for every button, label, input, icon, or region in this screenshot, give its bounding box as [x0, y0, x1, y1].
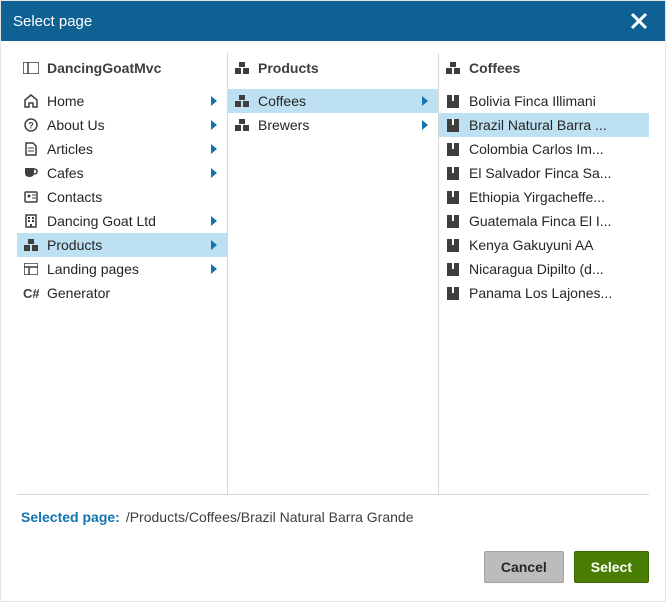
- book-icon: [445, 263, 461, 276]
- selected-page-path: /Products/Coffees/Brazil Natural Barra G…: [126, 509, 414, 525]
- boxes-icon: [445, 62, 461, 74]
- list-item[interactable]: Home: [17, 89, 227, 113]
- column-3-list: Bolivia Finca Illimani Brazil Natural Bar…: [439, 83, 649, 494]
- layout-icon: [23, 263, 39, 275]
- list-item[interactable]: Bolivia Finca Illimani: [439, 89, 649, 113]
- list-item-label: Brazil Natural Barra ...: [469, 117, 643, 133]
- selected-page-row: Selected page: /Products/Coffees/Brazil …: [17, 495, 649, 535]
- list-item-label: Bolivia Finca Illimani: [469, 93, 643, 109]
- book-icon: [445, 95, 461, 108]
- chevron-right-icon: [207, 144, 221, 154]
- book-icon: [445, 167, 461, 180]
- book-icon: [445, 119, 461, 132]
- book-icon: [445, 287, 461, 300]
- contacts-icon: [23, 191, 39, 203]
- list-item[interactable]: Coffees: [228, 89, 438, 113]
- list-item[interactable]: Nicaragua Dipilto (d...: [439, 257, 649, 281]
- doc-icon: [23, 142, 39, 156]
- selected-page-label: Selected page:: [21, 509, 120, 525]
- svg-text:?: ?: [28, 121, 34, 131]
- list-item-label: Generator: [47, 285, 221, 301]
- list-item-label: Ethiopia Yirgacheffe...: [469, 189, 643, 205]
- list-item[interactable]: C# Generator: [17, 281, 227, 305]
- dialog-body: DancingGoatMvc Home? About Us Articles Cafe…: [1, 41, 665, 535]
- chevron-right-icon: [207, 240, 221, 250]
- column-3: Coffees Bolivia Finca Illimani Brazil Nat…: [439, 53, 649, 494]
- column-1-header[interactable]: DancingGoatMvc: [17, 53, 227, 83]
- book-icon: [445, 143, 461, 156]
- cup-icon: [23, 167, 39, 179]
- list-item-label: Nicaragua Dipilto (d...: [469, 261, 643, 277]
- book-icon: [445, 191, 461, 204]
- list-item-label: Cafes: [47, 165, 199, 181]
- list-item-label: Brewers: [258, 117, 410, 133]
- book-icon: [445, 215, 461, 228]
- csharp-icon: C#: [23, 286, 39, 300]
- list-item[interactable]: Landing pages: [17, 257, 227, 281]
- cancel-button[interactable]: Cancel: [484, 551, 564, 583]
- chevron-right-icon: [418, 120, 432, 130]
- boxes-icon: [23, 239, 39, 251]
- boxes-icon: [234, 95, 250, 107]
- list-item-label: Guatemala Finca El I...: [469, 213, 643, 229]
- book-icon: [445, 239, 461, 252]
- column-3-header[interactable]: Coffees: [439, 53, 649, 83]
- dialog-title: Select page: [13, 13, 92, 30]
- list-item-label: Colombia Carlos Im...: [469, 141, 643, 157]
- list-item-label: About Us: [47, 117, 199, 133]
- column-2: Products Coffees Brewers: [228, 53, 439, 494]
- column-1: DancingGoatMvc Home? About Us Articles Cafe…: [17, 53, 228, 494]
- list-item-label: Landing pages: [47, 261, 199, 277]
- list-item-label: Articles: [47, 141, 199, 157]
- list-item[interactable]: Brazil Natural Barra ...: [439, 113, 649, 137]
- list-item-label: Coffees: [258, 93, 410, 109]
- svg-text:C#: C#: [23, 286, 39, 300]
- titlebar: Select page: [1, 1, 665, 41]
- select-button[interactable]: Select: [574, 551, 649, 583]
- list-item-label: Products: [47, 237, 199, 253]
- column-1-header-label: DancingGoatMvc: [47, 60, 161, 76]
- chevron-right-icon: [207, 168, 221, 178]
- column-1-list: Home? About Us Articles Cafes Contacts Dancin…: [17, 83, 227, 494]
- close-icon: [630, 12, 648, 30]
- list-item-label: Contacts: [47, 189, 221, 205]
- column-2-header-label: Products: [258, 60, 319, 76]
- site-icon: [23, 62, 39, 74]
- boxes-icon: [234, 119, 250, 131]
- list-item[interactable]: ? About Us: [17, 113, 227, 137]
- list-item[interactable]: Ethiopia Yirgacheffe...: [439, 185, 649, 209]
- chevron-right-icon: [207, 264, 221, 274]
- list-item[interactable]: El Salvador Finca Sa...: [439, 161, 649, 185]
- building-icon: [23, 214, 39, 228]
- list-item-label: Kenya Gakuyuni AA: [469, 237, 643, 253]
- list-item[interactable]: Panama Los Lajones...: [439, 281, 649, 305]
- list-item[interactable]: Colombia Carlos Im...: [439, 137, 649, 161]
- list-item-label: El Salvador Finca Sa...: [469, 165, 643, 181]
- chevron-right-icon: [418, 96, 432, 106]
- list-item[interactable]: Brewers: [228, 113, 438, 137]
- list-item[interactable]: Guatemala Finca El I...: [439, 209, 649, 233]
- column-2-list: Coffees Brewers: [228, 83, 438, 494]
- list-item-label: Panama Los Lajones...: [469, 285, 643, 301]
- list-item-label: Home: [47, 93, 199, 109]
- list-item[interactable]: Products: [17, 233, 227, 257]
- home-icon: [23, 94, 39, 108]
- list-item[interactable]: Contacts: [17, 185, 227, 209]
- list-item-label: Dancing Goat Ltd: [47, 213, 199, 229]
- chevron-right-icon: [207, 216, 221, 226]
- question-icon: ?: [23, 118, 39, 132]
- list-item[interactable]: Articles: [17, 137, 227, 161]
- close-button[interactable]: [625, 7, 653, 35]
- chevron-right-icon: [207, 120, 221, 130]
- select-page-dialog: Select page DancingGoatMvc Home? About Us…: [0, 0, 666, 602]
- columns: DancingGoatMvc Home? About Us Articles Cafe…: [17, 53, 649, 495]
- list-item[interactable]: Kenya Gakuyuni AA: [439, 233, 649, 257]
- footer-buttons: Cancel Select: [1, 535, 665, 601]
- column-2-header[interactable]: Products: [228, 53, 438, 83]
- list-item[interactable]: Cafes: [17, 161, 227, 185]
- list-item[interactable]: Dancing Goat Ltd: [17, 209, 227, 233]
- boxes-icon: [234, 62, 250, 74]
- chevron-right-icon: [207, 96, 221, 106]
- column-3-header-label: Coffees: [469, 60, 520, 76]
